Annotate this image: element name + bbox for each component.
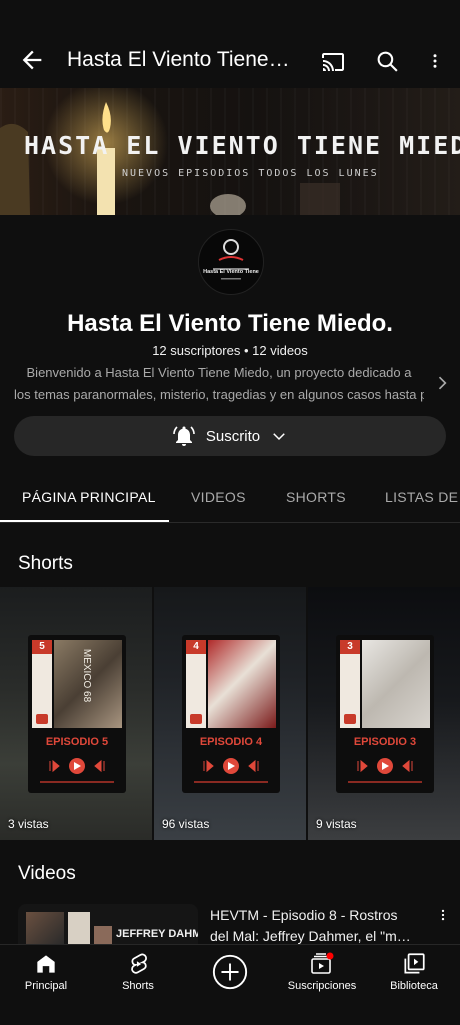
tab-videos[interactable]: VIDEOS xyxy=(191,489,246,505)
episode-number: 3 xyxy=(340,640,360,654)
tab-listas[interactable]: LISTAS DE R xyxy=(385,489,460,505)
chevron-right-icon[interactable] xyxy=(432,373,452,393)
short-views: 96 vistas xyxy=(162,817,210,831)
shorts-icon xyxy=(131,953,147,974)
subscribed-label: Suscrito xyxy=(205,427,261,445)
video-thumbnail[interactable]: JEFFREY DAHMER EL xyxy=(18,904,198,944)
episode-label: EPISODIO 3 xyxy=(353,736,417,748)
short-card[interactable]: 4 EPISODIO 4 96 vistas xyxy=(154,587,306,840)
thumbnail-text: JEFFREY DAHMER EL xyxy=(116,928,198,940)
bottom-navigation: Principal Shorts Suscripciones Bibliotec… xyxy=(0,944,460,1025)
videos-heading: Videos xyxy=(18,863,76,884)
episode-number: 5 xyxy=(32,640,52,654)
player-controls-icon xyxy=(203,758,259,774)
short-card[interactable]: 5 MEXICO 68 EPISODIO 5 3 vistas xyxy=(0,587,152,840)
poster-image xyxy=(362,640,430,728)
more-vert-icon[interactable] xyxy=(426,49,444,73)
nav-shorts[interactable]: Shorts xyxy=(92,945,184,1025)
subscribed-button[interactable]: Suscrito xyxy=(14,416,446,456)
nav-suscripciones[interactable]: Suscripciones xyxy=(276,945,368,1025)
episode-label: EPISODIO 5 xyxy=(45,736,109,748)
episode-number: 4 xyxy=(186,640,206,654)
short-views: 9 vistas xyxy=(316,817,357,831)
video-title-line-1: HEVTM - Episodio 8 - Rostros xyxy=(210,907,398,923)
player-controls-icon xyxy=(49,758,105,774)
shorts-heading: Shorts xyxy=(18,553,73,574)
avatar-logo-text: Hasta El Viento Tiene xyxy=(203,269,259,275)
channel-tabs: PÁGINA PRINCIPAL VIDEOS SHORTS LISTAS DE… xyxy=(0,470,460,523)
library-icon xyxy=(404,953,425,974)
tab-shorts[interactable]: SHORTS xyxy=(286,489,346,505)
nav-create[interactable] xyxy=(184,945,276,1025)
video-title[interactable]: HEVTM - Episodio 8 - Rostros del Mal: Je… xyxy=(210,905,425,947)
channel-description[interactable]: Bienvenido a Hasta El Viento Tiene Miedo… xyxy=(14,362,424,406)
nav-label: Suscripciones xyxy=(287,980,357,992)
top-app-bar: Hasta El Viento Tiene… xyxy=(0,0,460,88)
description-line-2: los temas paranormales, misterio, traged… xyxy=(14,387,424,402)
banner-title: HASTA EL VIENTO TIENE MIEDO xyxy=(24,131,460,160)
episode-label: EPISODIO 4 xyxy=(199,736,263,748)
channel-logo xyxy=(213,239,249,280)
short-views: 3 vistas xyxy=(8,817,49,831)
tab-pagina-principal[interactable]: PÁGINA PRINCIPAL xyxy=(22,489,156,505)
bell-ringing-icon xyxy=(173,426,195,446)
nav-principal[interactable]: Principal xyxy=(0,945,92,1025)
subscriptions-icon xyxy=(311,952,334,974)
player-controls-icon xyxy=(357,758,413,774)
chevron-down-icon xyxy=(273,433,285,441)
short-poster: 5 MEXICO 68 EPISODIO 5 xyxy=(28,635,126,793)
channel-name: Hasta El Viento Tiene Miedo. xyxy=(67,310,393,337)
channel-banner: HASTA EL VIENTO TIENE MIEDO NUEVOS EPISO… xyxy=(0,88,460,215)
arrow-left-icon[interactable] xyxy=(18,46,46,74)
nav-label: Shorts xyxy=(122,980,154,992)
short-poster: 4 EPISODIO 4 xyxy=(182,635,280,793)
create-icon xyxy=(212,954,248,990)
channel-avatar[interactable]: Hasta El Viento Tiene xyxy=(198,229,264,295)
cast-icon[interactable] xyxy=(320,50,346,74)
poster-image xyxy=(208,640,276,728)
channel-stats: 12 suscriptores • 12 videos xyxy=(152,343,308,358)
channel-title: Hasta El Viento Tiene… xyxy=(67,48,290,71)
active-tab-indicator xyxy=(0,520,169,522)
poster-image: MEXICO 68 xyxy=(54,640,122,728)
nav-label: Principal xyxy=(24,980,68,992)
banner-subtitle: NUEVOS EPISODIOS TODOS LOS LUNES xyxy=(122,168,379,179)
short-card[interactable]: 3 EPISODIO 3 9 vistas xyxy=(308,587,460,840)
nav-biblioteca[interactable]: Biblioteca xyxy=(368,945,460,1025)
home-icon xyxy=(37,955,55,973)
description-line-1: Bienvenido a Hasta El Viento Tiene Miedo… xyxy=(26,365,412,380)
nav-label: Biblioteca xyxy=(390,980,438,992)
short-poster: 3 EPISODIO 3 xyxy=(336,635,434,793)
search-icon[interactable] xyxy=(375,49,400,74)
more-vert-icon[interactable] xyxy=(436,906,450,924)
